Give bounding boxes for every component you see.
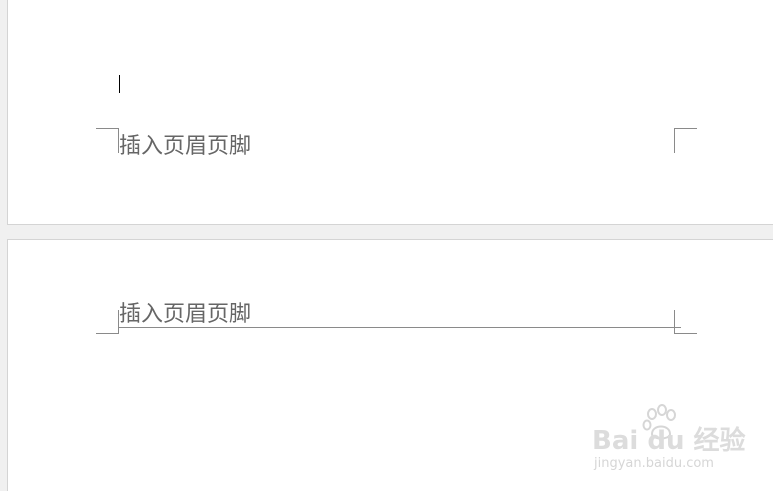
watermark-logo-text: Bai du 经验 (592, 426, 746, 456)
footer-placeholder[interactable]: 插入页眉页脚 (119, 128, 251, 160)
document-page-1[interactable] (7, 0, 773, 225)
baidu-watermark: Bai du 经验 jingyan.baidu.com (590, 402, 746, 482)
text-cursor (119, 75, 120, 93)
header-placeholder[interactable]: 插入页眉页脚 (119, 296, 251, 328)
crop-mark-top-right (674, 310, 697, 334)
document-canvas: 插入页眉页脚 插入页眉页脚 Bai du 经验 jingyan.baidu.co… (0, 0, 773, 491)
header-divider (119, 327, 681, 328)
watermark-url: jingyan.baidu.com (594, 456, 714, 471)
crop-mark-bottom-right (674, 128, 697, 153)
crop-mark-top-left (96, 310, 119, 334)
crop-mark-bottom-left (96, 128, 119, 153)
